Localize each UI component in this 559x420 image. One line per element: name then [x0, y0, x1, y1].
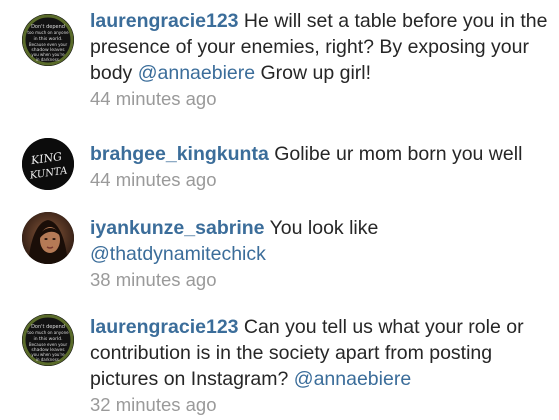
avatar[interactable]: Don't depend too much on anyone in this …	[22, 314, 74, 366]
avatar-quote-line: Because even your	[29, 342, 68, 347]
comment-body: laurengracie123 Can you tell us what you…	[90, 314, 550, 418]
comment-mention[interactable]: @annaebiere	[294, 368, 411, 390]
comment-username[interactable]: iyankunze_sabrine	[90, 217, 265, 239]
avatar[interactable]: KING KUNTA	[22, 138, 74, 190]
avatar[interactable]: Don't depend too much on anyone in this …	[22, 14, 74, 66]
avatar-quote-line: Because even your	[29, 42, 68, 47]
comment-timestamp: 44 minutes ago	[90, 88, 217, 109]
quote-avatar-image: Don't depend too much on anyone in this …	[22, 14, 74, 66]
comment-body: iyankunze_sabrine You look like @thatdyn…	[90, 215, 550, 293]
comment-mention[interactable]: @annaebiere	[138, 62, 255, 84]
comment-text: You look like	[264, 217, 379, 239]
comment-text: Golibe ur mom born you well	[268, 143, 523, 165]
king-kunta-avatar-image: KING KUNTA	[22, 138, 74, 190]
comment-username[interactable]: brahgee_kingkunta	[90, 143, 269, 165]
quote-avatar-image: Don't depend too much on anyone in this …	[22, 314, 74, 366]
comments-list: Don't depend too much on anyone in this …	[0, 0, 559, 420]
avatar[interactable]	[22, 212, 74, 264]
comment-timestamp: 32 minutes ago	[90, 394, 217, 415]
comment-body: laurengracie123 He will set a table befo…	[90, 8, 550, 112]
comment-mention[interactable]: @thatdynamitechick	[90, 243, 266, 265]
comment-text-after: Grow up girl!	[255, 62, 372, 84]
avatar-quote-line: in darkness.	[36, 57, 60, 62]
comment-timestamp: 38 minutes ago	[90, 269, 217, 290]
avatar-quote-line: in darkness.	[36, 357, 60, 362]
avatar-quote-line: too much on anyone	[27, 330, 69, 335]
comment-body: brahgee_kingkunta Golibe ur mom born you…	[90, 141, 550, 193]
comment-username[interactable]: laurengracie123	[90, 316, 239, 338]
comment-timestamp: 44 minutes ago	[90, 169, 217, 190]
comment-username[interactable]: laurengracie123	[90, 10, 239, 32]
avatar-quote-line: too much on anyone	[27, 30, 69, 35]
portrait-avatar-image	[22, 212, 74, 264]
